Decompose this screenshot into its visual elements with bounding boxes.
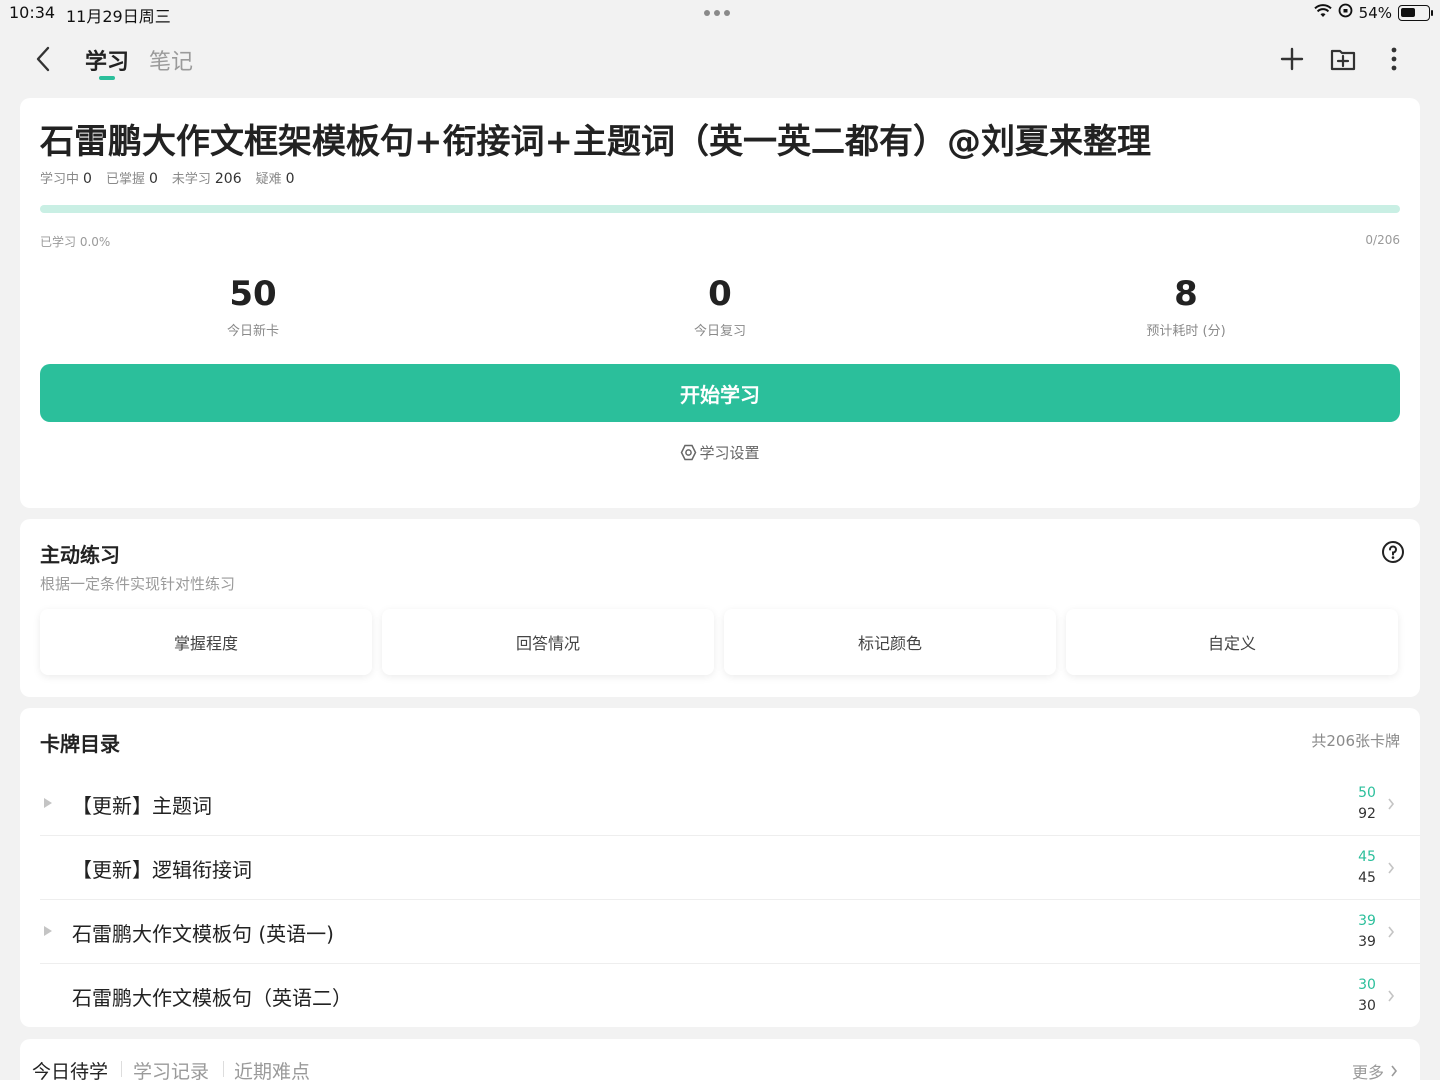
row-counts: 45 45 — [1352, 847, 1382, 889]
progress-count: 0/206 — [1365, 233, 1400, 247]
plus-icon[interactable] — [1275, 42, 1309, 76]
metric-value: 0 — [708, 274, 732, 314]
practice-custom-button[interactable]: 自定义 — [1066, 609, 1398, 675]
catalog-row-label: 石雷鹏大作文模板句（英语二） — [72, 986, 352, 1010]
metric-value: 8 — [1174, 274, 1198, 314]
row-new-count: 50 — [1358, 785, 1376, 801]
back-icon — [36, 46, 50, 72]
wifi-icon — [1313, 3, 1332, 22]
catalog-total: 共206张卡牌 — [1311, 732, 1400, 750]
chevron-right-icon — [1388, 926, 1395, 938]
folder-add-icon[interactable] — [1326, 42, 1360, 76]
status-right: 54% — [1313, 3, 1433, 22]
catalog-row-label: 【更新】主题词 — [72, 794, 212, 818]
chevron-right-icon — [1391, 1065, 1398, 1077]
row-total-count: 30 — [1358, 998, 1376, 1014]
metric-review: 0 今日复习 — [600, 270, 840, 339]
row-new-count: 45 — [1358, 849, 1376, 865]
progress-bar — [40, 205, 1400, 213]
catalog-card: 卡牌目录 共206张卡牌 【更新】主题词 50 92 【更新】逻辑衔接词 45 … — [20, 708, 1420, 1027]
metric-value: 50 — [229, 274, 277, 314]
catalog-row[interactable]: 石雷鹏大作文模板句（英语二） 30 30 — [20, 964, 1420, 1028]
row-new-count: 39 — [1358, 913, 1376, 929]
settings-icon — [681, 444, 697, 461]
catalog-row-label: 【更新】逻辑衔接词 — [72, 858, 252, 882]
catalog-row[interactable]: 【更新】逻辑衔接词 45 45 — [20, 836, 1420, 900]
practice-answers-button[interactable]: 回答情况 — [382, 609, 714, 675]
back-button[interactable] — [26, 42, 60, 76]
metric-label: 今日复习 — [693, 324, 746, 339]
deck-stats: 学习中 0 已掌握 0 未学习 206 疑难 0 — [40, 168, 295, 187]
multitask-dots-icon[interactable] — [704, 10, 730, 16]
help-icon[interactable] — [1380, 539, 1406, 565]
orientation-lock-icon — [1338, 3, 1353, 22]
nav-bar: 学习 笔记 — [0, 30, 1440, 90]
tab-notes[interactable]: 笔记 — [149, 44, 193, 76]
tab-recent-difficult[interactable]: 近期难点 — [234, 1057, 310, 1080]
row-total-count: 39 — [1358, 934, 1376, 950]
catalog-row[interactable]: 【更新】主题词 50 92 — [20, 772, 1420, 836]
expand-arrow-icon[interactable] — [44, 796, 54, 810]
tab-separator — [121, 1061, 122, 1077]
status-bar: 10:34 11月29日周三 54% — [0, 0, 1440, 26]
practice-title: 主动练习 — [40, 543, 120, 567]
chevron-right-icon — [1388, 862, 1395, 874]
metric-time: 8 预计耗时 (分) — [1066, 270, 1306, 339]
study-settings-link[interactable]: 学习设置 — [20, 442, 1420, 463]
tab-indicator — [99, 76, 115, 80]
row-counts: 30 30 — [1352, 975, 1382, 1017]
row-total-count: 92 — [1358, 806, 1376, 822]
metric-new-cards: 50 今日新卡 — [133, 270, 373, 339]
bottom-tabs-card: 今日待学 学习记录 近期难点 更多 — [20, 1039, 1420, 1080]
practice-card: 主动练习 根据一定条件实现针对性练习 掌握程度 回答情况 标记颜色 自定义 — [20, 519, 1420, 697]
chevron-right-icon — [1388, 990, 1395, 1002]
tab-study[interactable]: 学习 — [85, 44, 129, 76]
stat-mastered: 已掌握 0 — [105, 171, 158, 187]
practice-subtitle: 根据一定条件实现针对性练习 — [40, 575, 236, 593]
battery-percent: 54% — [1358, 3, 1392, 22]
stat-learning: 学习中 0 — [40, 171, 92, 187]
expand-arrow-icon[interactable] — [44, 924, 54, 938]
metric-label: 预计耗时 (分) — [1146, 324, 1226, 339]
tab-today-pending[interactable]: 今日待学 — [32, 1057, 108, 1080]
settings-label: 学习设置 — [699, 444, 760, 462]
row-counts: 39 39 — [1352, 911, 1382, 953]
practice-mastery-button[interactable]: 掌握程度 — [40, 609, 372, 675]
battery-icon — [1398, 4, 1433, 21]
more-label: 更多 — [1351, 1063, 1384, 1080]
deck-title: 石雷鹏大作文框架模板句+衔接词+主题词（英一英二都有）@刘夏来整理 — [40, 122, 1151, 162]
more-vertical-icon[interactable] — [1377, 42, 1411, 76]
deck-card: 石雷鹏大作文框架模板句+衔接词+主题词（英一英二都有）@刘夏来整理 学习中 0 已… — [20, 98, 1420, 508]
tab-study-record[interactable]: 学习记录 — [133, 1057, 209, 1080]
row-total-count: 45 — [1358, 870, 1376, 886]
start-study-button[interactable]: 开始学习 — [40, 364, 1400, 422]
tab-separator — [223, 1061, 224, 1077]
metric-label: 今日新卡 — [226, 324, 279, 339]
catalog-title: 卡牌目录 — [40, 732, 120, 756]
status-date: 11月29日周三 — [66, 7, 171, 26]
progress-label: 已学习 0.0% — [40, 235, 111, 249]
more-link[interactable]: 更多 — [1352, 1059, 1398, 1080]
catalog-row[interactable]: 石雷鹏大作文模板句 (英语一) 39 39 — [20, 900, 1420, 964]
practice-color-button[interactable]: 标记颜色 — [724, 609, 1056, 675]
catalog-row-label: 石雷鹏大作文模板句 (英语一) — [72, 922, 334, 946]
stat-difficult: 疑难 0 — [255, 171, 295, 187]
row-counts: 50 92 — [1352, 783, 1382, 825]
stat-unlearned: 未学习 206 — [171, 171, 242, 187]
status-time: 10:34 — [9, 3, 56, 22]
row-new-count: 30 — [1358, 977, 1376, 993]
chevron-right-icon — [1388, 798, 1395, 810]
